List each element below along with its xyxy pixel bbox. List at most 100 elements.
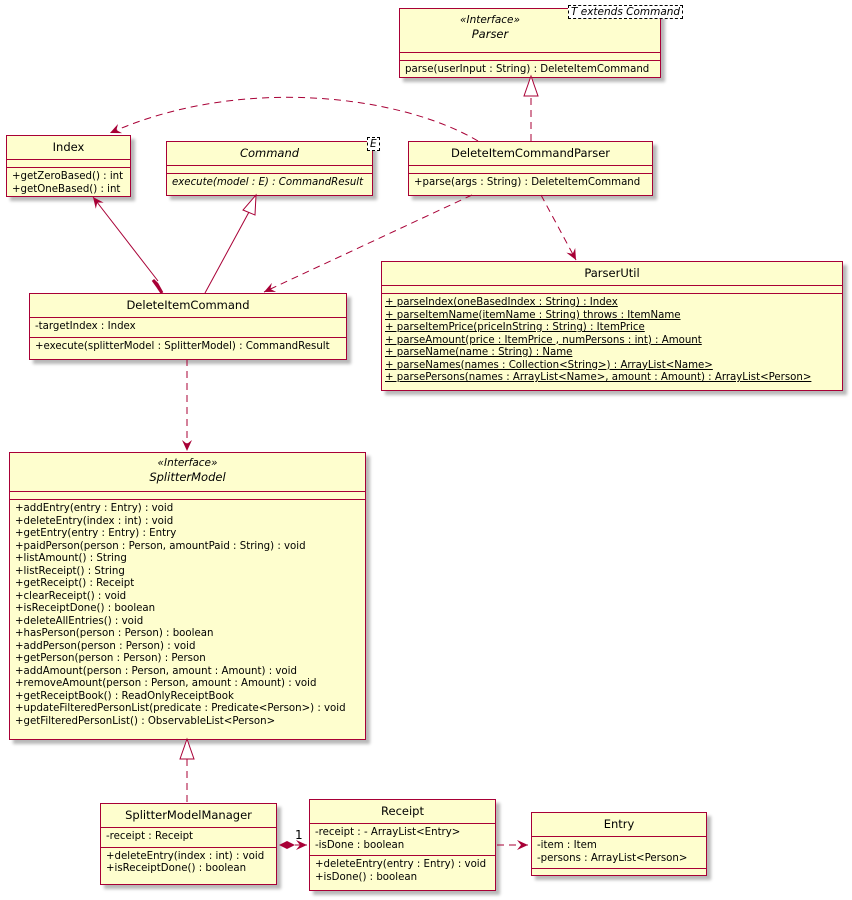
method: +deleteEntry(index : int) : void <box>106 850 265 862</box>
attributes-section: -receipt : Receipt <box>101 828 276 848</box>
attributes-section <box>409 166 652 174</box>
method: +deleteEntry(index : int) : void <box>15 515 174 527</box>
attributes-section: -targetIndex : Index <box>30 318 346 338</box>
method: + parseItemPrice(priceInString : String)… <box>385 322 645 333</box>
class-entry[interactable]: Entry -item : Item -persons : ArrayList<… <box>531 812 707 876</box>
relation-generalization-command <box>204 193 257 294</box>
method: +isDone() : boolean <box>315 871 418 883</box>
method: + parseItemName(itemName : String) throw… <box>385 309 681 321</box>
relation-realization-parser <box>523 74 539 141</box>
method: +deleteAllEntries() : void <box>15 615 144 627</box>
attributes-section <box>167 166 372 174</box>
relation-composition-receipt <box>279 840 307 850</box>
methods-section: +addEntry(entry : Entry) : void +deleteEn… <box>10 500 365 731</box>
class-name: DeleteItemCommand <box>126 298 250 312</box>
method: +addPerson(person : Person) : void <box>15 640 196 652</box>
attributes-section <box>382 286 842 294</box>
class-name: ParserUtil <box>584 266 640 280</box>
method: + parseIndex(oneBasedIndex : String) : I… <box>385 297 618 308</box>
method: execute(model : E) : CommandResult <box>172 177 364 188</box>
method: +removeAmount(person : Person, amount : … <box>15 678 317 689</box>
class-splittermodelmanager[interactable]: SplitterModelManager -receipt : Receipt … <box>100 803 277 885</box>
attributes-section <box>400 53 660 61</box>
methods-section: execute(model : E) : CommandResult <box>167 174 372 193</box>
multiplicity-label: 1 <box>295 828 303 842</box>
relation-dependency-index <box>109 96 479 142</box>
method: +addAmount(person : Person, amount : Amo… <box>15 665 297 677</box>
method: +getZeroBased() : int <box>12 171 124 182</box>
class-header: Entry <box>532 813 706 837</box>
class-name: Entry <box>603 817 635 831</box>
class-header: SplitterModelManager <box>101 804 276 828</box>
class-header: DeleteItemCommandParser <box>409 142 652 166</box>
class-header: «Interface» SplitterModel <box>10 453 365 492</box>
methods-section: +execute(splitterModel : SplitterModel) … <box>30 338 346 357</box>
class-header: Command <box>167 142 372 166</box>
class-splittermodel[interactable]: «Interface» SplitterModel +addEntry(entr… <box>9 452 366 740</box>
methods-section: + parseIndex(oneBasedIndex : String) : I… <box>382 294 842 388</box>
methods-section: +parse(args : String) : DeleteItemComman… <box>409 174 652 193</box>
class-deleteitemcommand[interactable]: DeleteItemCommand -targetIndex : Index +… <box>29 293 347 360</box>
attribute: -persons : ArrayList<Person> <box>537 852 688 864</box>
class-name: SplitterModel <box>149 470 226 484</box>
methods-section: parse(userInput : String) : DeleteItemCo… <box>400 61 660 80</box>
stereotype-label: «Interface» <box>157 457 218 469</box>
class-parserutil[interactable]: ParserUtil + parseIndex(oneBasedIndex : … <box>381 261 843 391</box>
relation-realization-splittermodel <box>179 737 195 802</box>
method: +clearReceipt() : void <box>15 590 127 602</box>
methods-section: +getZeroBased() : int +getOneBased() : i… <box>7 168 130 199</box>
method: +getPerson(person : Person) : Person <box>15 653 206 664</box>
method: +addEntry(entry : Entry) : void <box>15 503 174 514</box>
method: +updateFilteredPersonList(predicate : Pr… <box>15 703 346 714</box>
attribute: -isDone : boolean <box>315 839 405 851</box>
class-header: Receipt <box>310 800 495 824</box>
method: +parse(args : String) : DeleteItemComman… <box>414 177 641 188</box>
template-parameter: T extends Command <box>568 5 684 19</box>
methods-section: +deleteEntry(entry : Entry) : void +isDo… <box>310 856 495 887</box>
class-header: ParserUtil <box>382 262 842 286</box>
attributes-section: -item : Item -persons : ArrayList<Person… <box>532 837 706 869</box>
attributes-section <box>7 160 130 168</box>
class-index[interactable]: Index +getZeroBased() : int +getOneBased… <box>6 135 131 197</box>
method: + parsePersons(names : ArrayList<Name>, … <box>385 372 812 383</box>
class-command[interactable]: Command execute(model : E) : CommandResu… <box>166 141 373 196</box>
class-header: DeleteItemCommand <box>30 294 346 318</box>
template-parameter: E <box>367 137 380 151</box>
method: +deleteEntry(entry : Entry) : void <box>315 859 487 870</box>
attribute: -item : Item <box>537 840 597 851</box>
class-name: Receipt <box>381 804 424 818</box>
method: + parseAmount(price : ItemPrice , numPer… <box>385 334 702 346</box>
method: +getReceiptBook() : ReadOnlyReceiptBook <box>15 690 234 702</box>
method: parse(userInput : String) : DeleteItemCo… <box>405 64 650 75</box>
class-name: Parser <box>471 27 509 41</box>
attribute: -receipt : - ArrayList<Entry> <box>315 827 461 838</box>
method: +isReceiptDone() : boolean <box>15 603 156 614</box>
relation-composition-index <box>92 196 164 294</box>
class-receipt[interactable]: Receipt -receipt : - ArrayList<Entry> -i… <box>309 799 496 891</box>
method: +execute(splitterModel : SplitterModel) … <box>35 340 330 352</box>
class-name: SplitterModelManager <box>125 808 252 822</box>
relation-dependency-parserutil <box>540 194 577 261</box>
method: +isReceiptDone() : boolean <box>106 863 247 874</box>
class-header: Index <box>7 136 130 160</box>
methods-section <box>532 869 706 876</box>
methods-section: +deleteEntry(index : int) : void +isRece… <box>101 848 276 879</box>
method: +getOneBased() : int <box>12 183 121 195</box>
method: + parseName(name : String) : Name <box>385 347 573 358</box>
class-deleteitemcommandparser[interactable]: DeleteItemCommandParser +parse(args : St… <box>408 141 653 196</box>
method: +getFilteredPersonList() : ObservableLis… <box>15 715 276 727</box>
method: +getReceipt() : Receipt <box>15 578 135 589</box>
attribute: -targetIndex : Index <box>35 321 136 332</box>
method: +paidPerson(person : Person, amountPaid … <box>15 540 306 552</box>
class-name: Index <box>52 140 85 154</box>
method: +getEntry(entry : Entry) : Entry <box>15 528 177 539</box>
class-name: DeleteItemCommandParser <box>450 146 611 160</box>
class-name: Command <box>239 146 300 160</box>
attribute: -receipt : Receipt <box>106 831 194 842</box>
method: +listReceipt() : String <box>15 565 125 577</box>
method: +listAmount() : String <box>15 553 127 564</box>
method: +hasPerson(person : Person) : boolean <box>15 628 214 639</box>
attributes-section: -receipt : - ArrayList<Entry> -isDone : … <box>310 824 495 856</box>
attributes-section <box>10 492 365 500</box>
method: + parseNames(names : Collection<String>)… <box>385 359 713 371</box>
